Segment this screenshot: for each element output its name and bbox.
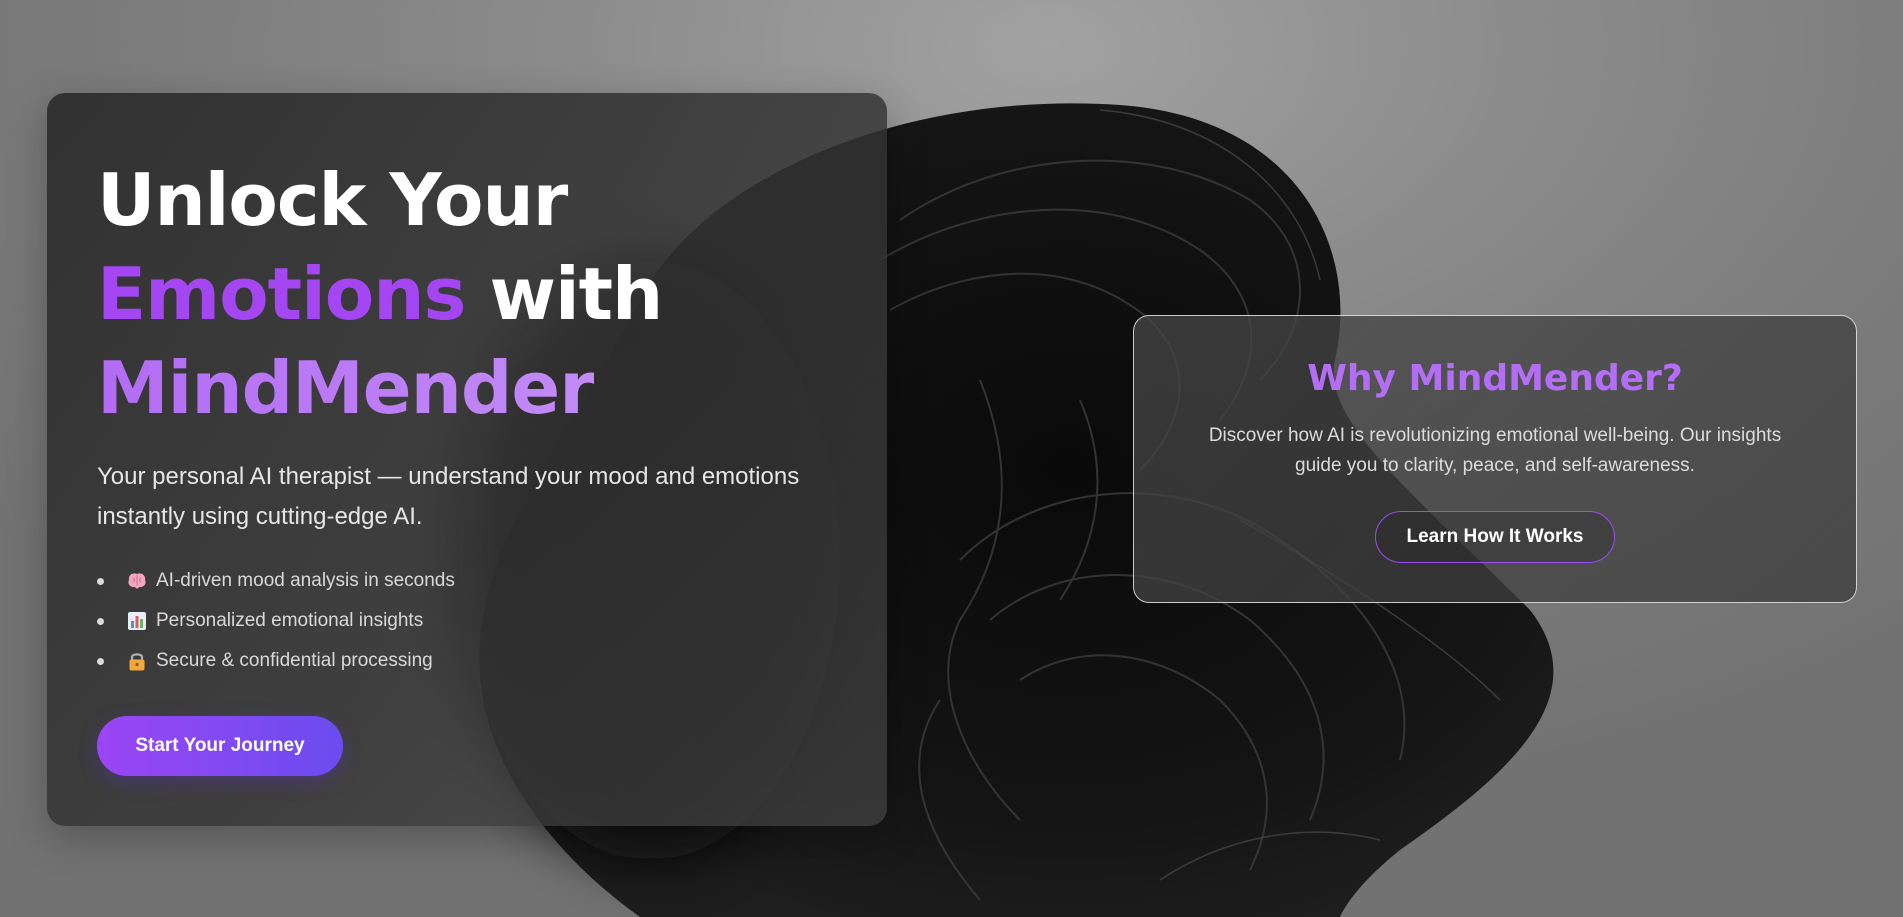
bullet-icon [97,617,104,625]
hero-title-line1: Unlock Your [97,158,568,242]
info-title: Why MindMender? [1307,358,1683,399]
feature-item: Personalized emotional insights [97,601,455,641]
feature-item: AI-driven mood analysis in seconds [97,561,455,601]
feature-label: Secure & confidential processing [156,650,433,671]
lock-icon [126,650,148,672]
hero-subtitle: Your personal AI therapist — understand … [97,463,800,530]
feature-label: Personalized emotional insights [156,610,424,631]
brain-icon [126,570,148,592]
hero-title-brand: MindMender [97,346,595,430]
hero-card: Unlock Your Emotions with MindMender You… [47,93,887,826]
why-mindmender-card: Why MindMender? Discover how AI is revol… [1133,315,1857,603]
hero-title-with: with [489,252,663,336]
hero-title-accent: Emotions [97,252,466,336]
learn-how-it-works-button[interactable]: Learn How It Works [1375,511,1615,563]
hero-title: Unlock Your Emotions with MindMender [97,153,663,435]
feature-item: Secure & confidential processing [97,641,455,681]
info-text: Discover how AI is revolutionizing emoti… [1208,425,1782,476]
feature-label: AI-driven mood analysis in seconds [156,570,455,591]
feature-list: AI-driven mood analysis in seconds Perso… [97,561,455,681]
bullet-icon [97,657,104,665]
start-journey-button[interactable]: Start Your Journey [97,716,343,776]
bullet-icon [97,577,104,585]
bar-chart-icon [126,610,148,632]
